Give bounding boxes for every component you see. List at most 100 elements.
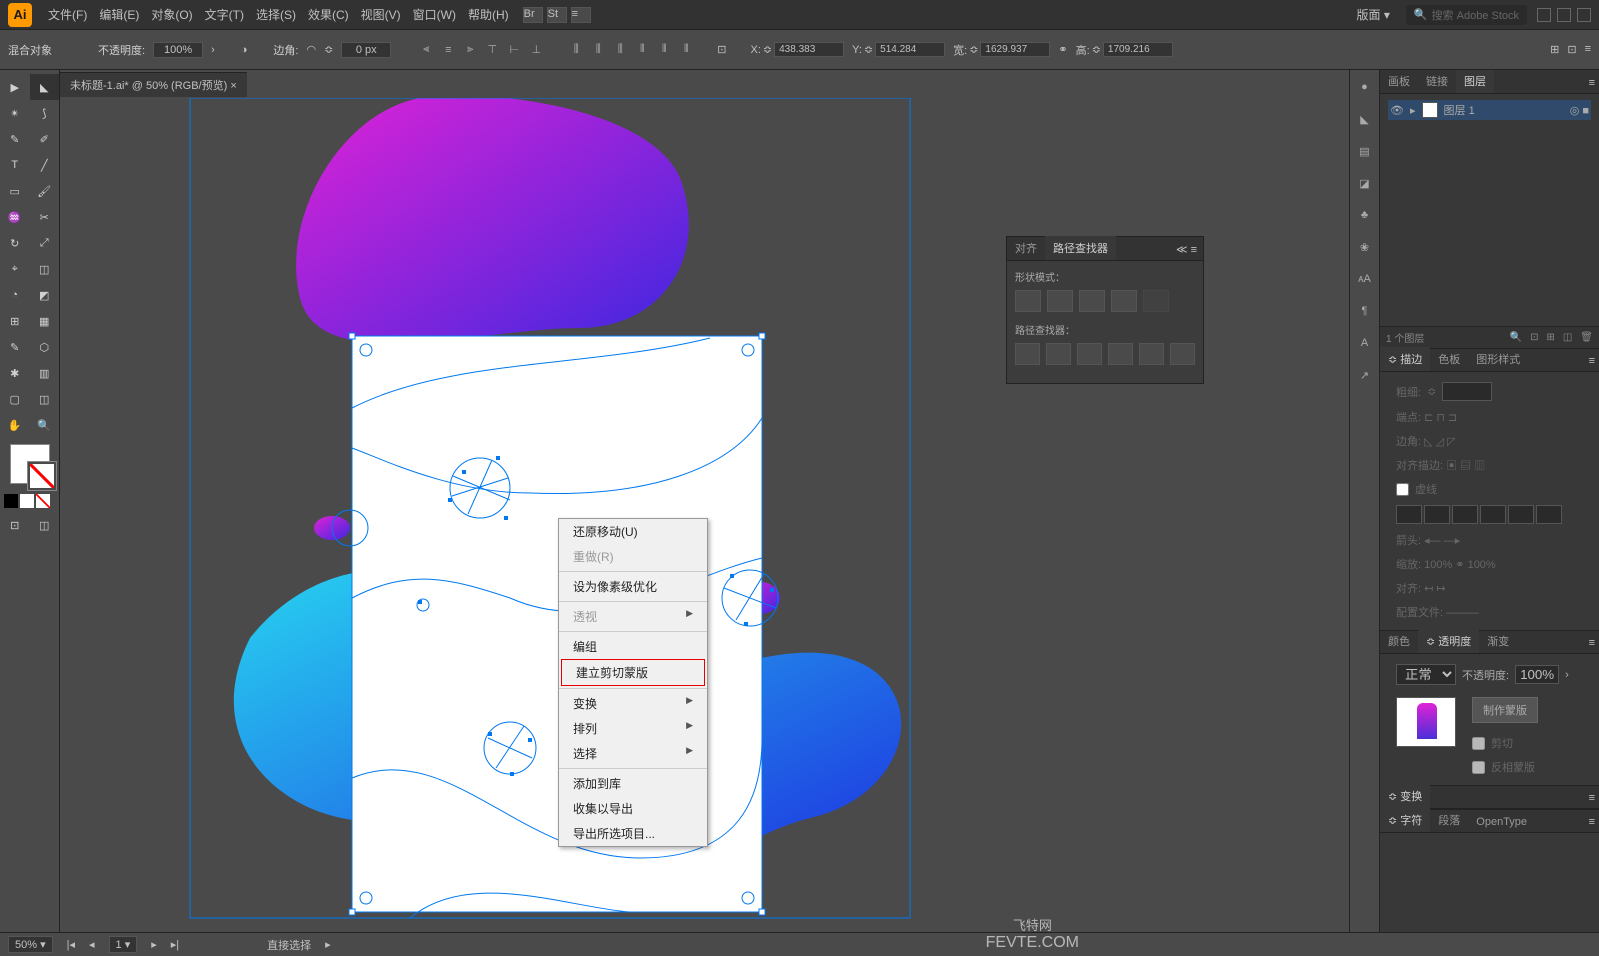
artboard-nav-last[interactable]: ▸|	[171, 938, 179, 951]
panel-menu-icon[interactable]: ≡	[1585, 73, 1599, 93]
new-layer-icon[interactable]: ◫	[1563, 332, 1572, 343]
slice-tool[interactable]: ◫	[30, 386, 60, 412]
paragraph-icon[interactable]: ¶	[1356, 302, 1374, 320]
window-controls[interactable]	[1537, 8, 1591, 22]
fill-stroke-swatch[interactable]	[10, 444, 50, 484]
ctx-undo[interactable]: 还原移动(U)	[559, 519, 707, 544]
cc-libraries-icon[interactable]: ●	[1356, 78, 1374, 96]
blend-mode-select[interactable]: 正常	[1396, 664, 1456, 685]
ctx-pixel-opt[interactable]: 设为像素级优化	[559, 574, 707, 599]
tab-stroke[interactable]: ≎ 描边	[1380, 347, 1430, 371]
distribute-group[interactable]: ⫼⫼⫼ ⫴⫴⫴	[567, 41, 695, 59]
tab-gradient[interactable]: 渐变	[1479, 629, 1517, 653]
swatches-icon[interactable]: ♣	[1356, 206, 1374, 224]
y-input[interactable]: 514.284	[875, 42, 945, 57]
corner-input[interactable]: 0 px	[341, 42, 391, 58]
expand-icon[interactable]: ▸	[1410, 104, 1416, 117]
asset-export-icon[interactable]: ↗	[1356, 366, 1374, 384]
ctx-select[interactable]: 选择▶	[559, 741, 707, 766]
outline-button[interactable]	[1139, 343, 1164, 365]
menu-file[interactable]: 文件(F)	[42, 6, 93, 23]
tab-opentype[interactable]: OpenType	[1468, 812, 1535, 832]
shape-builder-tool[interactable]: ◔	[0, 282, 30, 308]
exclude-button[interactable]	[1111, 290, 1137, 312]
new-sublayer-icon[interactable]: ⊞	[1546, 332, 1554, 343]
mesh-tool[interactable]: ⊞	[0, 308, 30, 334]
chevron-right-icon[interactable]: ›	[211, 44, 215, 56]
menu-help[interactable]: 帮助(H)	[462, 6, 515, 23]
zoom-select[interactable]: 50% ▾	[8, 936, 53, 953]
curvature-tool[interactable]: ✐	[30, 126, 60, 152]
h-input[interactable]: 1709.216	[1103, 42, 1173, 57]
pen-tool[interactable]: ✎	[0, 126, 30, 152]
width-tool[interactable]: ⌖	[0, 256, 30, 282]
ctx-export-selection[interactable]: 导出所选项目...	[559, 821, 707, 846]
merge-button[interactable]	[1077, 343, 1102, 365]
type-tool[interactable]: T	[0, 152, 30, 178]
stepper-icon[interactable]: ≎	[1427, 385, 1436, 398]
tab-swatches[interactable]: 色板	[1430, 347, 1468, 371]
stepper-icon[interactable]: ≎	[324, 43, 333, 56]
stepper-icon[interactable]: ≎	[969, 43, 978, 56]
artboard-nav-first[interactable]: |◂	[67, 938, 75, 951]
locate-icon[interactable]: 🔍	[1510, 332, 1522, 343]
gradient-mode-icon[interactable]	[20, 494, 34, 508]
maximize-icon[interactable]	[1557, 8, 1571, 22]
layout-dropdown[interactable]: 版面 ▾	[1350, 6, 1395, 23]
none-mode-icon[interactable]	[36, 494, 50, 508]
panel-menu-icon[interactable]: ≡	[1585, 812, 1599, 832]
menu-object[interactable]: 对象(O)	[145, 6, 198, 23]
artboard-tool[interactable]: ▢	[0, 386, 30, 412]
menu-window[interactable]: 窗口(W)	[407, 6, 462, 23]
gradient-tool[interactable]: ▦	[30, 308, 60, 334]
color-icon[interactable]: ❀	[1356, 238, 1374, 256]
zoom-tool[interactable]: 🔍	[30, 412, 60, 438]
tab-pathfinder[interactable]: 路径查找器	[1045, 236, 1116, 260]
tab-transparency[interactable]: ≎ 透明度	[1418, 629, 1479, 653]
opacity-input[interactable]: 100%	[153, 42, 203, 58]
trim-button[interactable]	[1046, 343, 1071, 365]
delete-layer-icon[interactable]: 🗑	[1580, 332, 1593, 343]
make-clip-icon[interactable]: ⊡	[1530, 332, 1538, 343]
x-input[interactable]: 438.383	[774, 42, 844, 57]
divide-button[interactable]	[1015, 343, 1040, 365]
menu-type[interactable]: 文字(T)	[199, 6, 250, 23]
panel-menu-icon[interactable]: ≡	[1585, 351, 1599, 371]
tab-character[interactable]: ≎ 字符	[1380, 808, 1430, 832]
menu-select[interactable]: 选择(S)	[250, 6, 302, 23]
panel-menu-icon[interactable]: ≡	[1585, 788, 1599, 808]
brushes-icon[interactable]: ▤	[1356, 142, 1374, 160]
magic-wand-tool[interactable]: ✴	[0, 100, 30, 126]
tab-transform[interactable]: ≎ 变换	[1380, 784, 1430, 808]
chevron-right-icon[interactable]: ▸	[325, 938, 331, 951]
ctx-add-library[interactable]: 添加到库	[559, 771, 707, 796]
artboard-nav-prev[interactable]: ◂	[89, 938, 95, 951]
crop-button[interactable]	[1108, 343, 1133, 365]
canvas[interactable]: 还原移动(U) 重做(R) 设为像素级优化 透视▶ 编组 建立剪切蒙版 变换▶ …	[60, 98, 1349, 932]
menu-edit[interactable]: 编辑(E)	[93, 6, 145, 23]
blend-tool[interactable]: ⬡	[30, 334, 60, 360]
properties-icon[interactable]: ◣	[1356, 110, 1374, 128]
lasso-tool[interactable]: ⟆	[30, 100, 60, 126]
color-mode-icon[interactable]	[4, 494, 18, 508]
perspective-tool[interactable]: ◩	[30, 282, 60, 308]
menu-icon[interactable]: ≡	[1585, 43, 1591, 56]
ctx-collect-export[interactable]: 收集以导出	[559, 796, 707, 821]
minus-back-button[interactable]	[1170, 343, 1195, 365]
recolor-icon[interactable]: ◑	[241, 44, 248, 56]
align-group[interactable]: ⫷≡⫸ ⊤⊢⊥	[417, 41, 545, 59]
eraser-tool[interactable]: ✂	[30, 204, 60, 230]
stepper-icon[interactable]: ≎	[864, 43, 873, 56]
selection-tool[interactable]: ▶	[0, 74, 30, 100]
opacity-input[interactable]	[1515, 665, 1559, 684]
eyedropper-tool[interactable]: ✎	[0, 334, 30, 360]
target-icon[interactable]: ◎ ■	[1570, 104, 1589, 117]
shaper-tool[interactable]: ♒	[0, 204, 30, 230]
make-mask-button[interactable]: 制作蒙版	[1472, 697, 1538, 723]
intersect-button[interactable]	[1079, 290, 1105, 312]
ctx-transform[interactable]: 变换▶	[559, 691, 707, 716]
paintbrush-tool[interactable]: 🖌	[30, 178, 60, 204]
search-stock[interactable]: 🔍 搜索 Adobe Stock	[1406, 5, 1527, 25]
symbol-sprayer-tool[interactable]: ✱	[0, 360, 30, 386]
w-input[interactable]: 1629.937	[980, 42, 1050, 57]
